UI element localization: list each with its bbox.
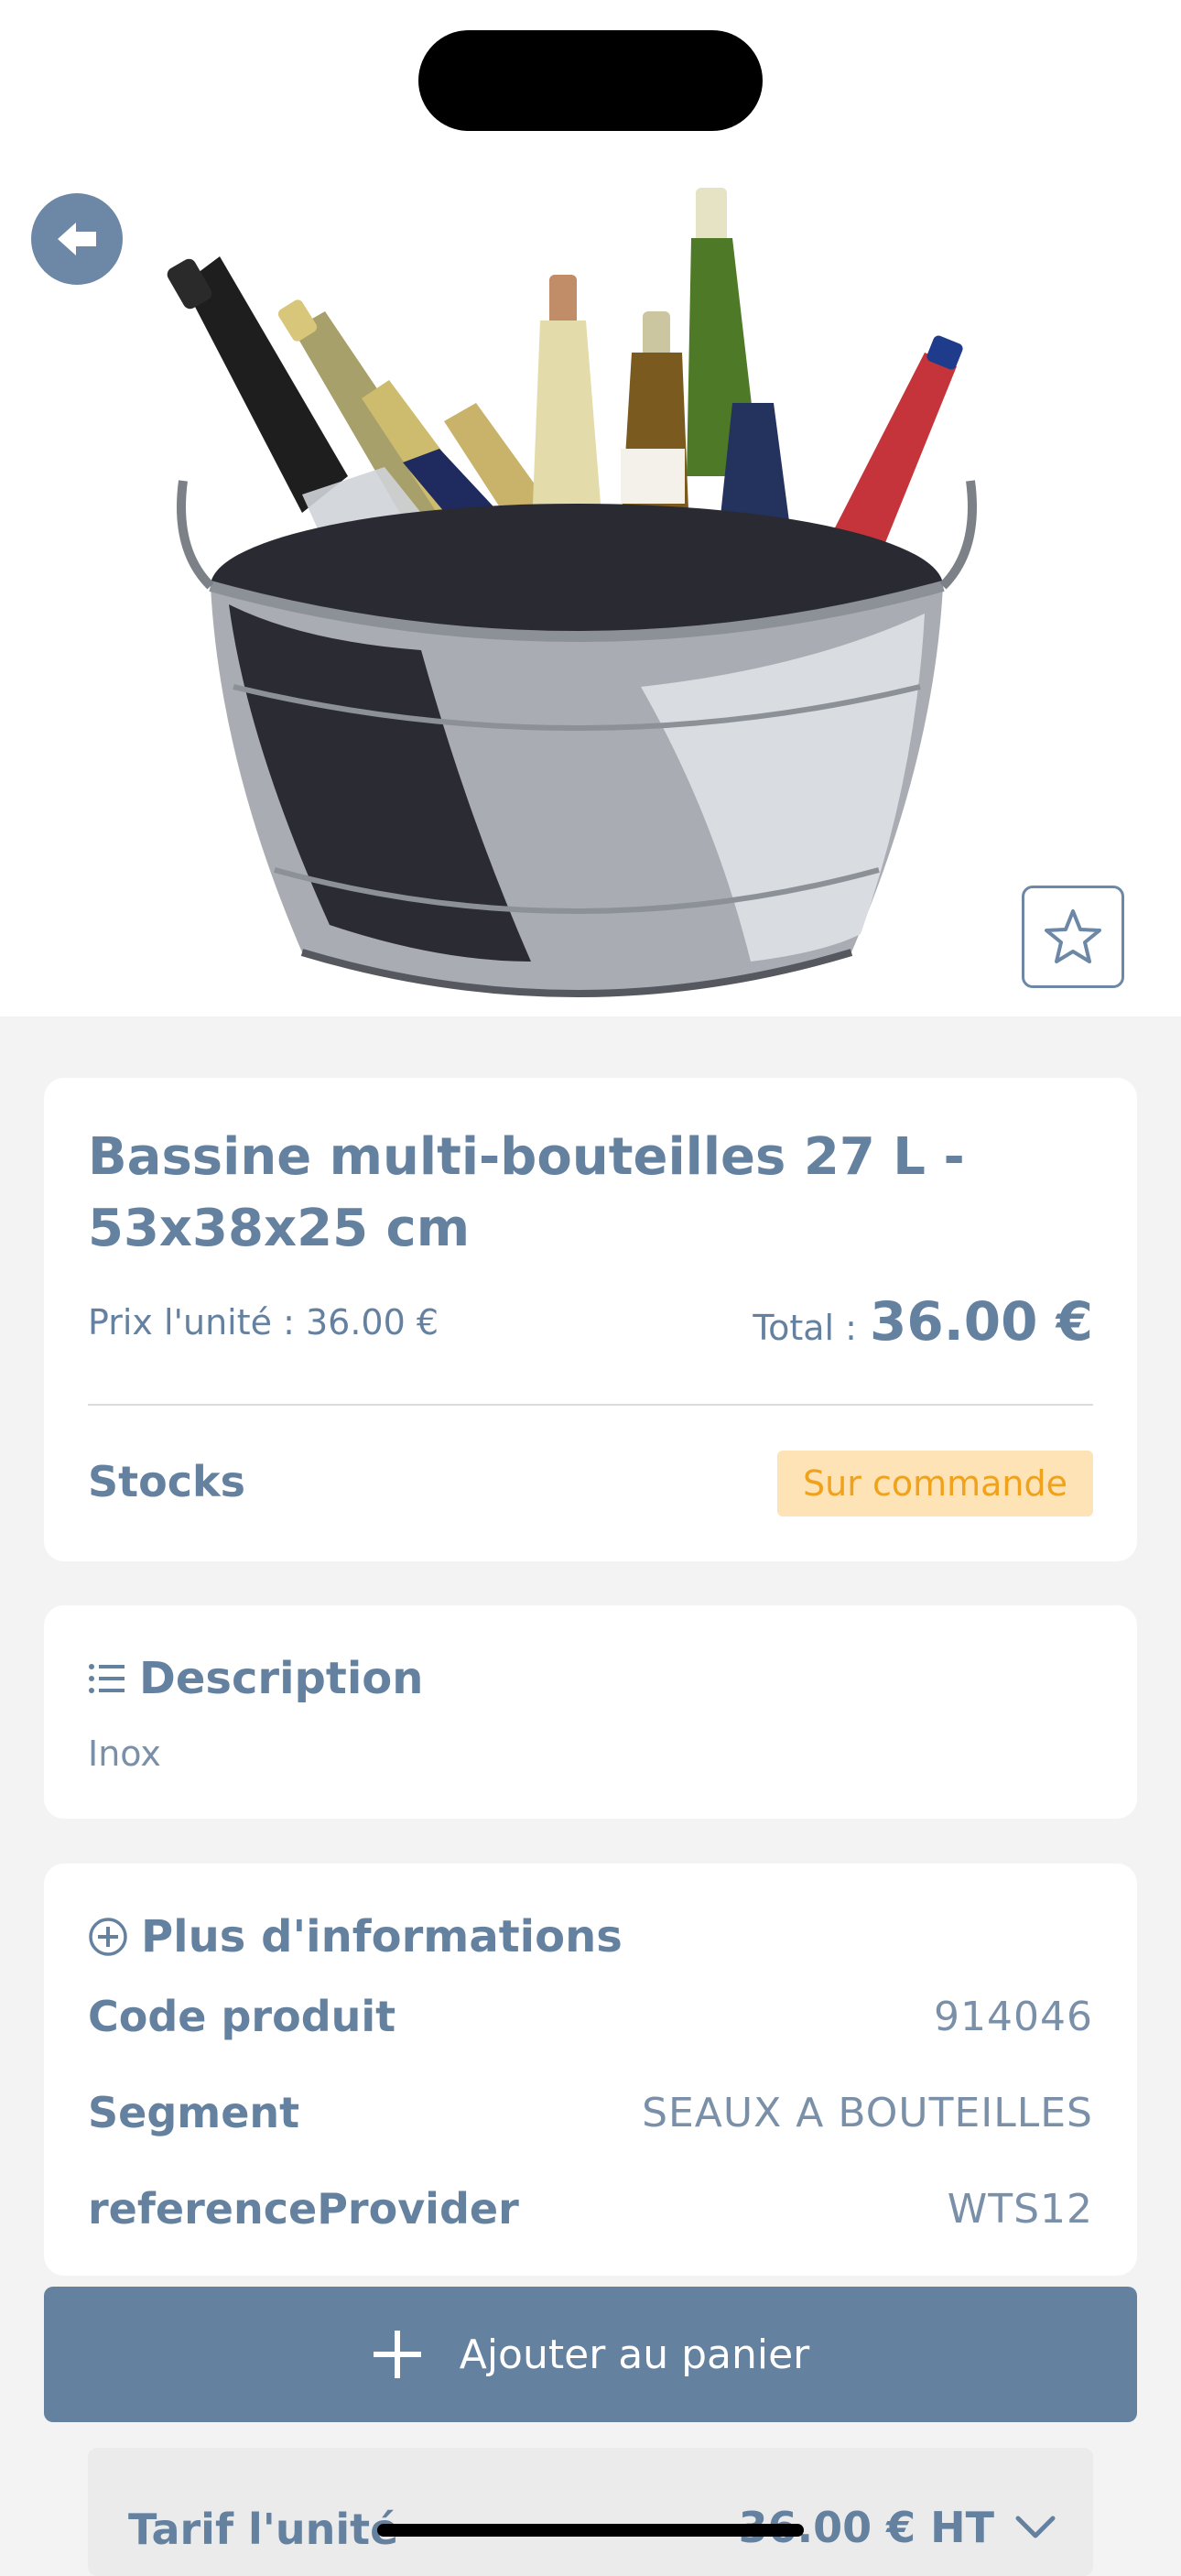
product-image bbox=[167, 188, 977, 997]
more-info-header: Plus d'informations bbox=[88, 1911, 623, 1962]
star-icon bbox=[1045, 909, 1101, 963]
tarif-selector[interactable]: Tarif l'unité 36.00 € HT bbox=[88, 2448, 1093, 2576]
info-value: WTS12 bbox=[947, 2185, 1093, 2233]
more-info-title: Plus d'informations bbox=[141, 1911, 623, 1962]
more-info-card: Plus d'informations Code produit 914046 … bbox=[44, 1864, 1137, 2276]
list-icon bbox=[88, 1662, 126, 1695]
plus-icon bbox=[372, 2329, 423, 2380]
home-indicator bbox=[377, 2524, 804, 2537]
total-value: 36.00 € bbox=[869, 1290, 1093, 1353]
info-key: Code produit bbox=[88, 1992, 396, 2041]
description-card: Description Inox bbox=[44, 1605, 1137, 1819]
description-text: Inox bbox=[88, 1734, 161, 1774]
product-hero bbox=[0, 0, 1181, 1016]
add-to-cart-button[interactable]: Ajouter au panier bbox=[44, 2287, 1137, 2422]
info-row-reference-provider: referenceProvider WTS12 bbox=[88, 2184, 1093, 2234]
total-price: Total : 36.00 € bbox=[753, 1290, 1093, 1353]
product-title: Bassine multi-bouteilles 27 L - 53x38x25… bbox=[88, 1127, 965, 1258]
product-summary-card: Bassine multi-bouteilles 27 L - 53x38x25… bbox=[44, 1078, 1137, 1561]
chevron-down-icon bbox=[1014, 2515, 1056, 2540]
info-row-segment: Segment SEAUX A BOUTEILLES bbox=[88, 2088, 1093, 2137]
info-value: SEAUX A BOUTEILLES bbox=[642, 2089, 1093, 2136]
info-key: referenceProvider bbox=[88, 2184, 519, 2234]
info-row-code-produit: Code produit 914046 bbox=[88, 1992, 1093, 2041]
info-value: 914046 bbox=[934, 1993, 1093, 2040]
plus-circle-icon bbox=[88, 1917, 128, 1957]
favorite-button[interactable] bbox=[1022, 886, 1124, 988]
total-label: Total : bbox=[753, 1308, 857, 1348]
stocks-label: Stocks bbox=[88, 1457, 245, 1506]
add-to-cart-label: Ajouter au panier bbox=[459, 2331, 810, 2378]
divider bbox=[88, 1404, 1093, 1406]
arrow-left-icon bbox=[58, 223, 96, 255]
description-header: Description bbox=[88, 1653, 423, 1704]
info-key: Segment bbox=[88, 2088, 300, 2137]
dynamic-island bbox=[418, 30, 763, 131]
unit-price: Prix l'unité : 36.00 € bbox=[88, 1302, 439, 1342]
tarif-label: Tarif l'unité bbox=[128, 2505, 399, 2554]
stock-status-badge: Sur commande bbox=[777, 1451, 1093, 1516]
bucket-illustration bbox=[177, 480, 977, 997]
description-title: Description bbox=[139, 1653, 424, 1704]
back-button[interactable] bbox=[31, 193, 123, 285]
